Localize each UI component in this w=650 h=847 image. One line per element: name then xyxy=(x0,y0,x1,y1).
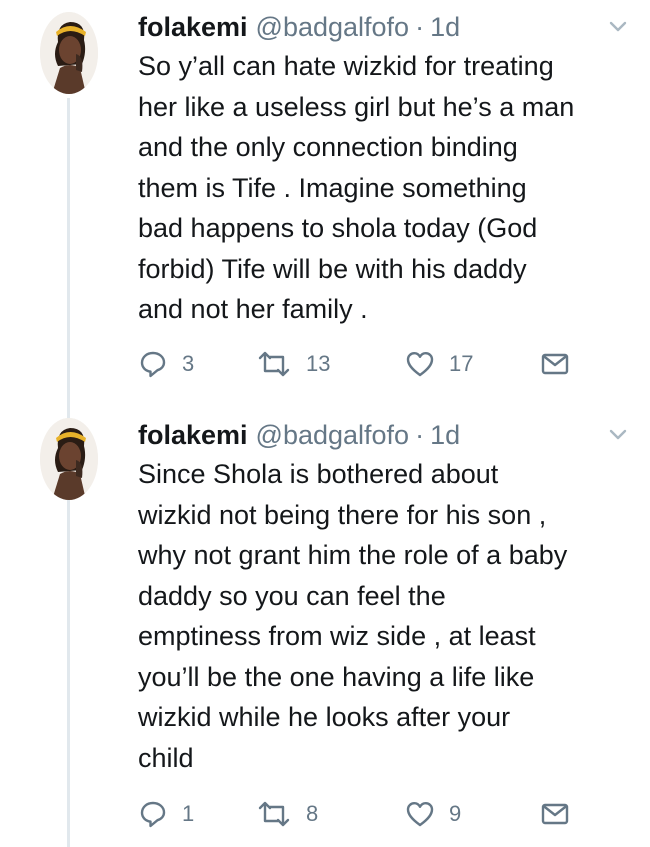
tweet-text: So y’all can hate wizkid for treating he… xyxy=(138,51,575,324)
like-count: 9 xyxy=(449,801,462,826)
tweet-actions: 1 8 9 xyxy=(138,798,578,830)
separator: · xyxy=(415,12,425,42)
timestamp[interactable]: 1d xyxy=(430,10,460,44)
reply-icon xyxy=(140,351,166,378)
user-handle[interactable]: @badgalfofo xyxy=(256,10,410,44)
retweet-button[interactable]: 8 xyxy=(256,798,318,830)
like-button[interactable]: 9 xyxy=(405,798,461,830)
retweet-button[interactable]: 13 xyxy=(256,348,330,380)
avatar[interactable] xyxy=(40,418,98,500)
tweet[interactable]: folakemi @badgalfofo · 1d Since Shola is… xyxy=(0,416,650,847)
tweet-text: Since Shola is bothered about wizkid not… xyxy=(138,459,568,773)
direct-message-button[interactable] xyxy=(540,798,570,830)
reply-icon xyxy=(140,801,166,828)
envelope-icon xyxy=(541,803,569,825)
envelope-icon xyxy=(541,353,569,375)
retweet-icon xyxy=(258,801,290,827)
tweet-actions: 3 13 17 xyxy=(138,348,578,380)
tweet[interactable]: folakemi @badgalfofo · 1d So y’all can h… xyxy=(0,0,650,395)
timestamp[interactable]: 1d xyxy=(430,418,460,452)
direct-message-button[interactable] xyxy=(540,348,570,380)
chevron-down-icon[interactable] xyxy=(608,20,628,34)
retweet-count: 8 xyxy=(306,801,319,826)
retweet-icon xyxy=(258,351,290,377)
display-name[interactable]: folakemi xyxy=(138,418,248,452)
avatar-image xyxy=(40,12,98,94)
reply-button[interactable]: 3 xyxy=(138,348,194,380)
reply-count: 3 xyxy=(182,351,195,376)
avatar[interactable] xyxy=(40,12,98,94)
like-button[interactable]: 17 xyxy=(405,348,473,380)
heart-icon xyxy=(406,352,434,377)
display-name[interactable]: folakemi xyxy=(138,10,248,44)
chevron-down-icon[interactable] xyxy=(608,428,628,442)
separator: · xyxy=(415,420,425,450)
retweet-count: 13 xyxy=(306,351,331,376)
reply-count: 1 xyxy=(182,801,195,826)
tweet-header: folakemi @badgalfofo · 1d xyxy=(138,418,460,452)
user-handle[interactable]: @badgalfofo xyxy=(256,418,410,452)
heart-icon xyxy=(406,802,434,827)
tweet-header: folakemi @badgalfofo · 1d xyxy=(138,10,460,44)
avatar-image xyxy=(40,418,98,500)
reply-button[interactable]: 1 xyxy=(138,798,194,830)
like-count: 17 xyxy=(449,351,474,376)
